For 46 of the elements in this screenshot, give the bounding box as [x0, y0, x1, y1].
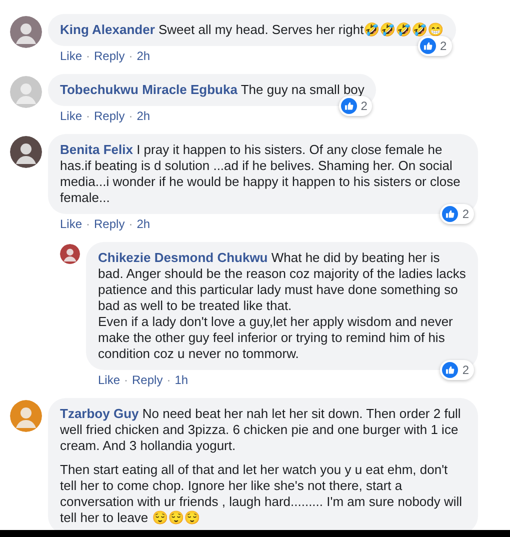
like-icon — [442, 206, 458, 222]
comment-text: Then start eating all of that and let her watch you y u eat ehm, don't tell her to come chop. Ignore her like she's not there, start a conversation with ur friends , laugh hard......... I'm am sure nobody will tell her to leave 😌😌😌 — [60, 462, 464, 526]
separator-dot: · — [85, 216, 92, 232]
separator-dot: · — [128, 216, 134, 232]
author-link[interactable]: Chikezie Desmond Chukwu — [98, 250, 268, 265]
action-link[interactable]: Reply — [132, 372, 163, 388]
avatar-icon[interactable] — [10, 16, 42, 48]
author-link[interactable]: Tzarboy Guy — [60, 406, 139, 421]
author-link[interactable]: Tobechukwu Miracle Egbuka — [60, 82, 238, 97]
comment-text: Tobechukwu Miracle Egbuka The guy na small boy — [60, 82, 364, 98]
reaction-count: 2 — [462, 206, 469, 222]
reaction-count: 2 — [440, 38, 447, 54]
like-icon — [442, 362, 458, 378]
separator-dot: · — [85, 108, 92, 124]
like-icon — [340, 98, 357, 114]
reaction-count: 2 — [462, 362, 469, 378]
separator-dot: · — [85, 48, 92, 64]
action-link[interactable]: Like — [60, 216, 82, 232]
reaction-badge[interactable]: 2 — [418, 36, 452, 56]
timestamp-link[interactable]: 2h — [136, 216, 150, 232]
comment-text: Tzarboy Guy No need beat her nah let her sit down. Then order 2 full well fried chicken and 3pizza. 6 chicken pie and one burger with 1 ice cream. And 3 hollandia yogurt. — [60, 406, 462, 454]
timestamp-link[interactable]: 1h — [174, 372, 188, 388]
separator-dot: · — [166, 372, 172, 388]
reaction-badge[interactable]: 2 — [440, 360, 474, 380]
action-link[interactable]: Reply — [94, 216, 125, 232]
separator-dot: · — [123, 372, 130, 388]
avatar-icon[interactable] — [10, 136, 42, 168]
reaction-count: 2 — [360, 98, 368, 114]
reaction-badge[interactable]: 2 — [440, 204, 474, 224]
timestamp-link[interactable]: 2h — [136, 108, 150, 124]
comment-text: Chikezie Desmond Chukwu What he did by beating her is bad. Anger should be the reason coz majority of the ladies lacks patience and this particular lady must have done something so bad as well to be treated like that. Even if a lady don't love a guy,let her apply wisdom and never make the other guy feel inferior or trying to remind him of his condition coz u never no tommorw. — [98, 250, 466, 362]
timestamp-link[interactable]: 2h — [136, 48, 150, 64]
action-link[interactable]: Reply — [94, 48, 125, 64]
action-link[interactable]: Like — [98, 372, 120, 388]
avatar-icon[interactable] — [60, 244, 80, 264]
comment-text: King Alexander Sweet all my head. Serves her right🤣🤣🤣🤣😁 — [60, 22, 444, 38]
action-link[interactable]: Like — [60, 108, 82, 124]
separator-dot: · — [128, 108, 134, 124]
author-link[interactable]: King Alexander — [60, 22, 155, 37]
action-link[interactable]: Reply — [94, 108, 125, 124]
comment-text: Benita Felix I pray it happen to his sisters. Of any close female he has.if beating is d solution ...ad if he belives. Shaming her. On social media...i wonder if he would be happy it happen to his sisters or close female... — [60, 142, 462, 206]
action-link[interactable]: Like — [60, 48, 82, 64]
reaction-badge[interactable]: 2 — [338, 96, 372, 116]
author-link[interactable]: Benita Felix — [60, 142, 133, 157]
like-icon — [420, 38, 436, 54]
separator-dot: · — [128, 48, 134, 64]
